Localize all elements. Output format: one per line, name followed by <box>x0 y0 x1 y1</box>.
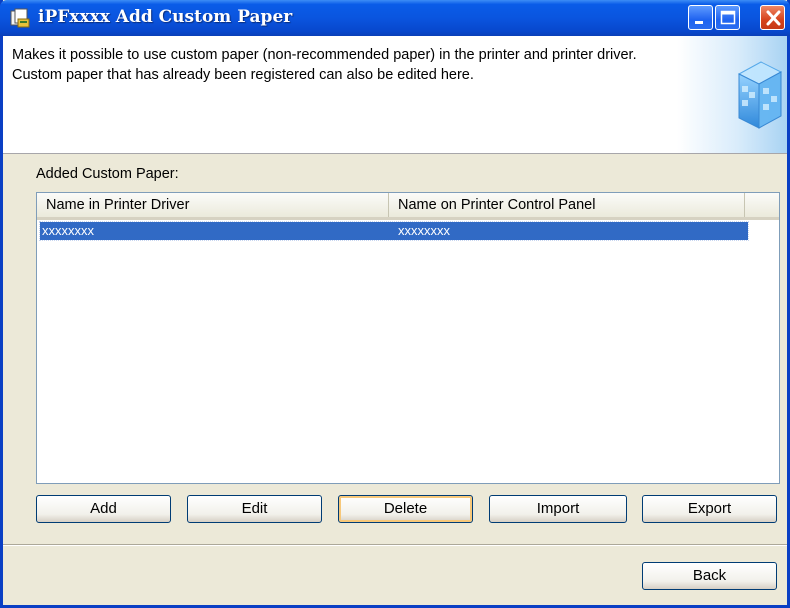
maximize-icon <box>720 10 736 25</box>
printer-graphic-icon <box>677 36 787 153</box>
column-header-panel-name[interactable]: Name on Printer Control Panel <box>389 193 745 217</box>
delete-button[interactable]: Delete <box>338 495 473 523</box>
footer-separator <box>3 544 787 546</box>
back-button[interactable]: Back <box>642 562 777 590</box>
add-button[interactable]: Add <box>36 495 171 523</box>
list-header: Name in Printer Driver Name on Printer C… <box>37 193 779 220</box>
row-driver-name: xxxxxxxx <box>42 223 94 238</box>
minimize-button[interactable] <box>688 5 713 30</box>
header-description: Makes it possible to use custom paper (n… <box>12 47 637 83</box>
custom-paper-list[interactable]: Name in Printer Driver Name on Printer C… <box>36 192 780 484</box>
close-button[interactable] <box>760 5 785 30</box>
edit-button[interactable]: Edit <box>187 495 322 523</box>
minimize-icon <box>695 21 703 24</box>
list-row[interactable]: xxxxxxxx xxxxxxxx <box>39 221 749 241</box>
import-button[interactable]: Import <box>489 495 627 523</box>
column-header-driver-name[interactable]: Name in Printer Driver <box>37 193 389 217</box>
export-button[interactable]: Export <box>642 495 777 523</box>
add-custom-paper-window: iPFxxxx Add Custom Paper Makes it possib… <box>0 0 790 608</box>
row-panel-name: xxxxxxxx <box>398 223 450 238</box>
added-custom-paper-label: Added Custom Paper: <box>36 166 179 182</box>
header-panel: Makes it possible to use custom paper (n… <box>3 36 787 154</box>
title-bar[interactable]: iPFxxxx Add Custom Paper <box>0 0 790 36</box>
window-title: iPFxxxx Add Custom Paper <box>38 7 293 27</box>
close-icon <box>766 10 781 26</box>
app-icon <box>9 7 31 29</box>
maximize-button[interactable] <box>715 5 740 30</box>
